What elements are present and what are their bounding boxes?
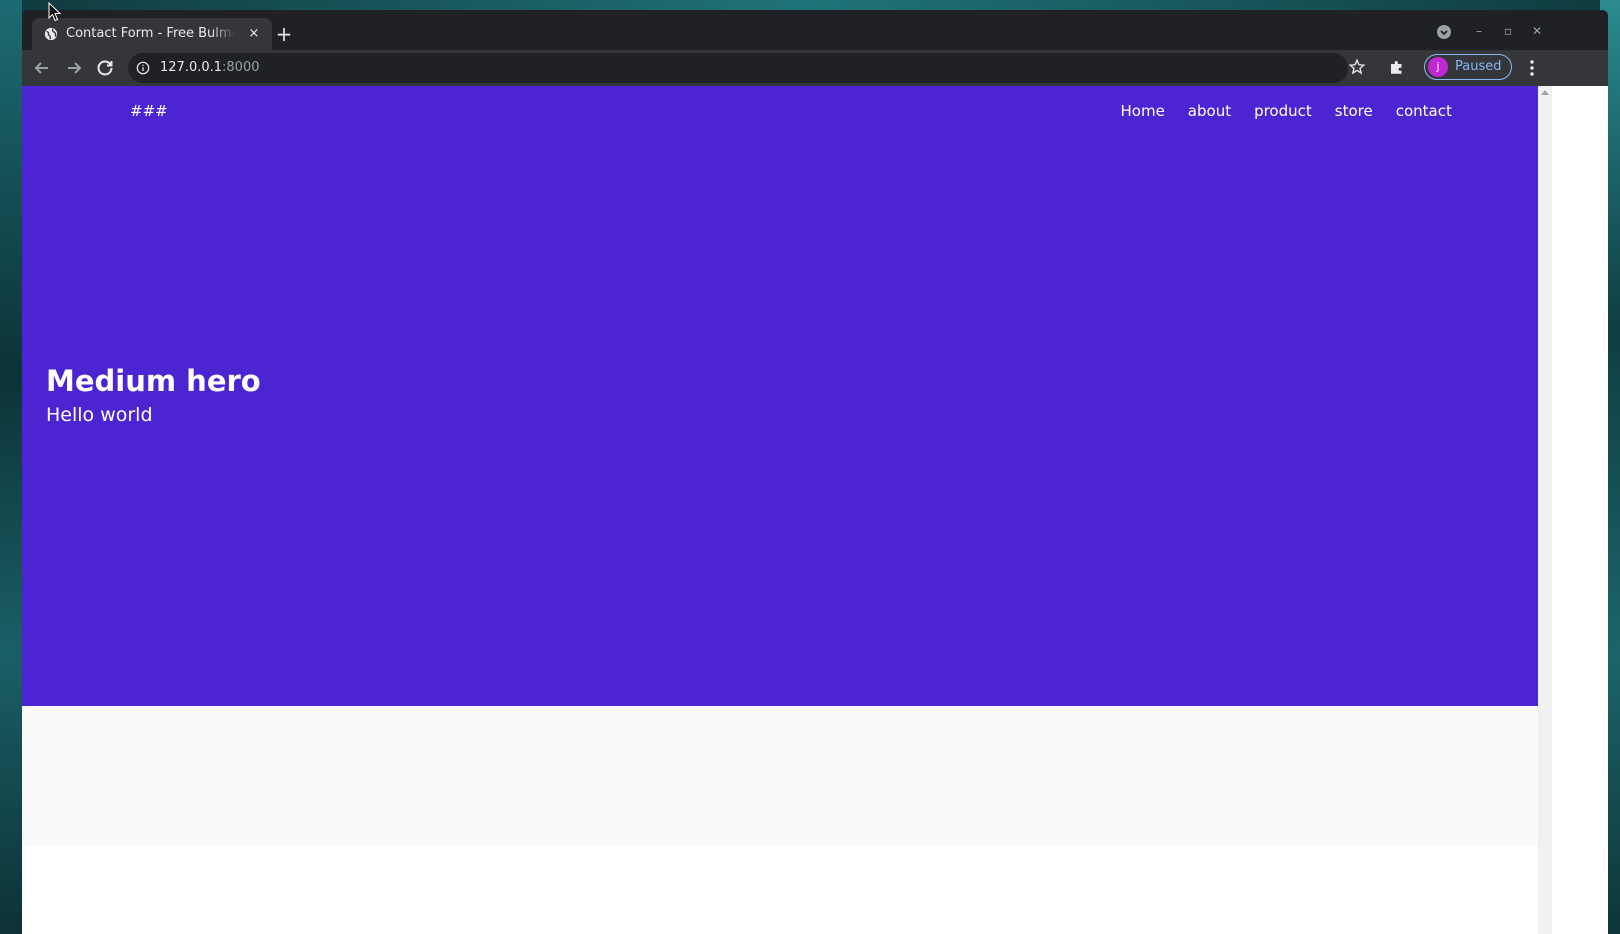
info-icon[interactable] — [136, 61, 150, 75]
tab-search-icon[interactable] — [1436, 24, 1452, 40]
nav-link-product[interactable]: product — [1243, 102, 1324, 120]
globe-icon — [44, 27, 58, 41]
url-text: 127.0.0.1:8000 — [160, 60, 260, 75]
extensions-puzzle-icon[interactable] — [1388, 58, 1406, 76]
hero-title: Medium hero — [46, 364, 261, 398]
scroll-up-arrow-icon[interactable] — [1541, 90, 1549, 95]
brand-link[interactable]: ### — [130, 102, 168, 120]
hero-subtitle: Hello world — [46, 404, 153, 426]
nav-link-contact[interactable]: contact — [1384, 102, 1463, 120]
browser-toolbar: 127.0.0.1:8000 j Paused — [22, 50, 1608, 86]
back-arrow-icon[interactable] — [30, 56, 54, 80]
minimize-button[interactable]: – — [1470, 22, 1488, 40]
browser-tab[interactable]: Contact Form - Free Bulma × — [32, 18, 272, 50]
main-nav: Home about product store contact — [1109, 102, 1463, 120]
desktop-background-top — [0, 0, 1620, 10]
tab-close-icon[interactable]: × — [244, 24, 264, 44]
nav-link-store[interactable]: store — [1323, 102, 1384, 120]
forward-arrow-icon[interactable] — [62, 56, 86, 80]
page-viewport: ### Home about product store contact Med… — [22, 86, 1608, 934]
desktop-background-left — [0, 0, 22, 934]
profile-status: Paused — [1455, 59, 1502, 74]
footer-section — [22, 706, 1538, 846]
vertical-scrollbar[interactable] — [1538, 86, 1552, 934]
address-bar[interactable]: 127.0.0.1:8000 — [128, 53, 1348, 83]
maximize-button[interactable]: ▫ — [1499, 22, 1517, 40]
reload-icon[interactable] — [93, 56, 117, 80]
close-window-button[interactable]: ✕ — [1528, 22, 1546, 40]
tab-title: Contact Form - Free Bulma — [66, 26, 236, 41]
nav-link-about[interactable]: about — [1176, 102, 1242, 120]
tab-strip: Contact Form - Free Bulma × + – ▫ ✕ — [22, 10, 1608, 50]
new-tab-button[interactable]: + — [272, 22, 296, 46]
hero-section: ### Home about product store contact Med… — [22, 86, 1538, 706]
more-menu-icon[interactable] — [1522, 58, 1542, 78]
bookmark-star-icon[interactable] — [1348, 58, 1366, 76]
mouse-cursor-icon — [48, 2, 62, 22]
browser-window: Contact Form - Free Bulma × + – ▫ ✕ 127.… — [22, 10, 1608, 934]
avatar: j — [1428, 57, 1448, 77]
nav-link-home[interactable]: Home — [1109, 102, 1176, 120]
profile-button[interactable]: j Paused — [1424, 54, 1512, 80]
